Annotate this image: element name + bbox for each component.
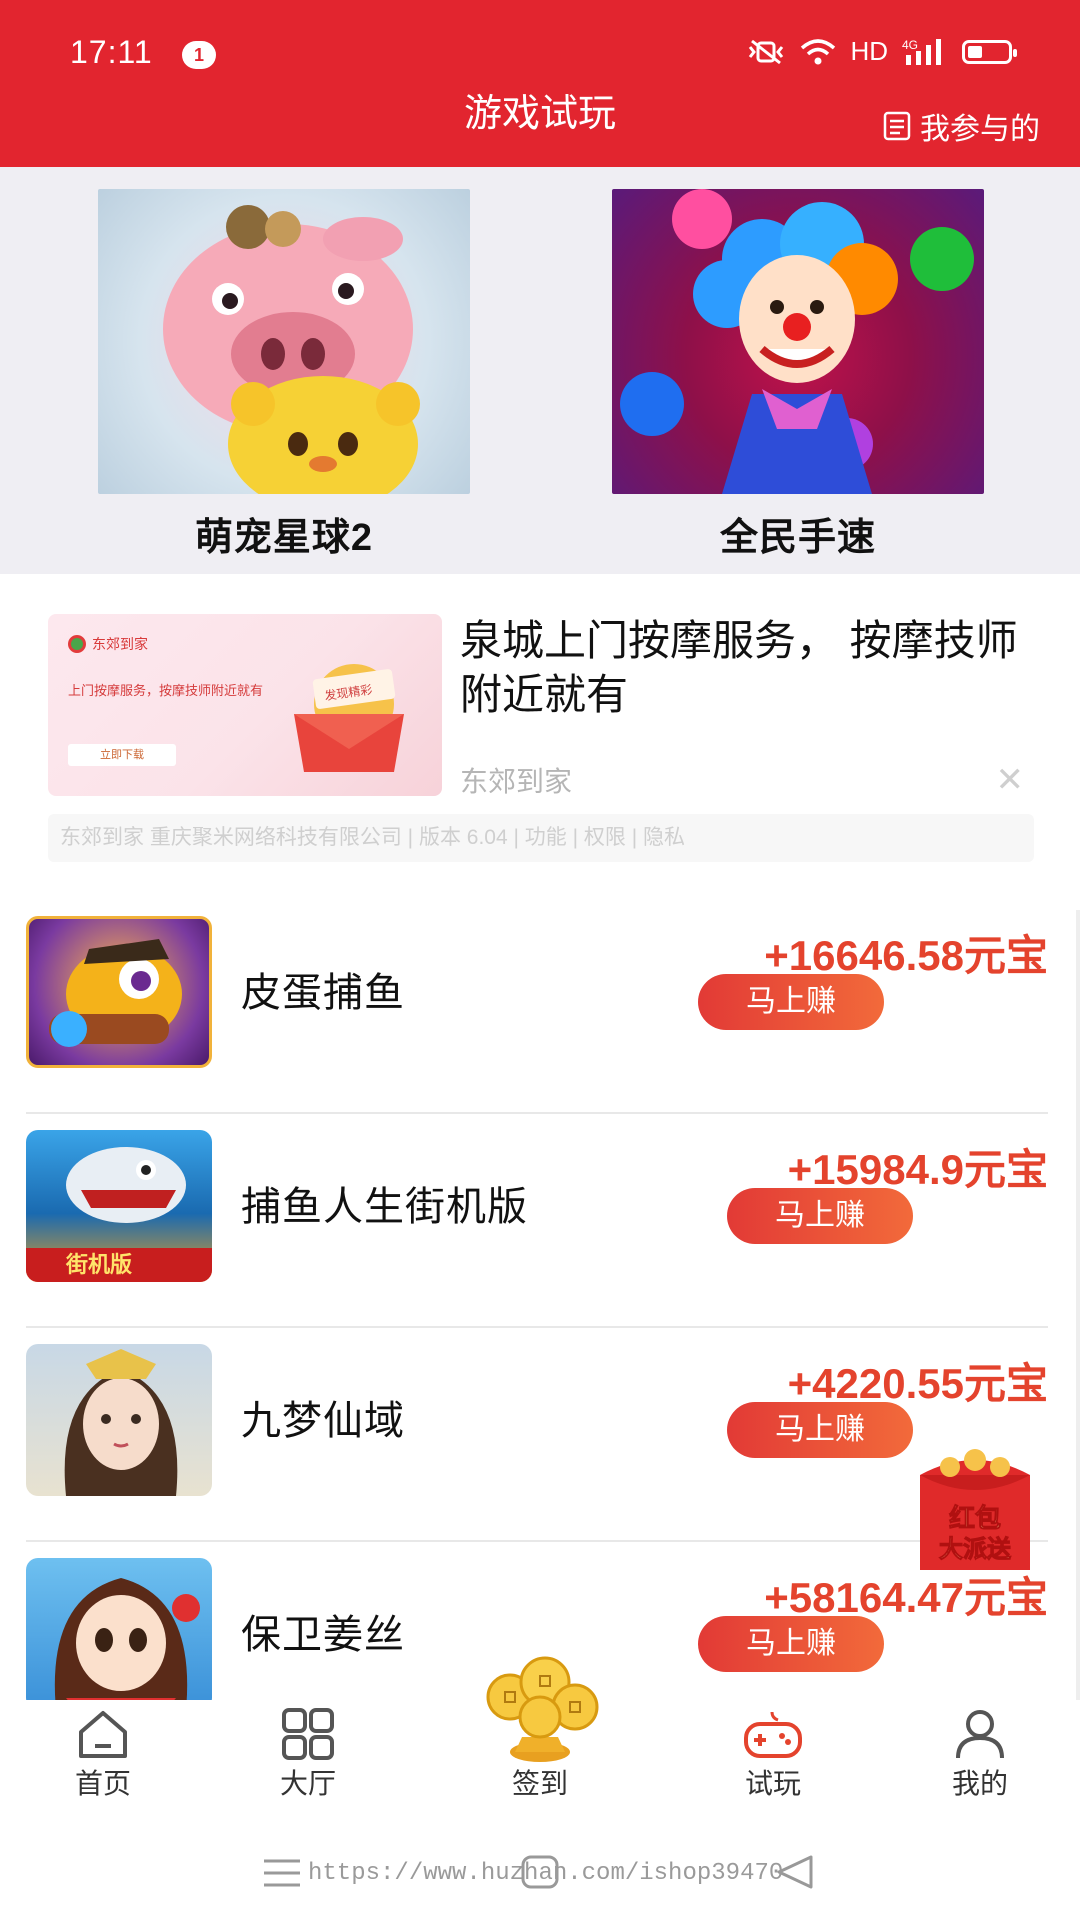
game-icon: 街机版: [26, 1130, 212, 1282]
ad-source: 东郊到家: [460, 766, 573, 797]
header: 17:11 1 HD 4G 游戏试玩 我参与的: [0, 0, 1080, 167]
game-icon: [26, 1344, 212, 1496]
my-joined-label: 我参与的: [920, 113, 1040, 146]
grid-icon: [282, 1708, 334, 1760]
close-icon[interactable]: ✕: [996, 760, 1025, 800]
coins-icon[interactable]: [470, 1652, 610, 1772]
game-icon: [26, 1558, 212, 1705]
wifi-icon: [801, 38, 836, 64]
game-name: 捕鱼人生街机版: [241, 1185, 528, 1229]
featured-game-name: 萌宠星球2: [194, 517, 374, 559]
game-list-item[interactable]: 九梦仙域 +4220.55元宝 马上赚: [26, 1328, 1048, 1542]
my-joined-button[interactable]: 我参与的: [882, 104, 1040, 148]
nav-label: 我的: [951, 1768, 1008, 1799]
red-packet-promo-icon[interactable]: 红包 大派送: [910, 1445, 1040, 1570]
game-list-item[interactable]: 皮蛋捕鱼 +16646.58元宝 马上赚: [26, 900, 1048, 1114]
svg-text:4G: 4G: [902, 38, 918, 52]
game-list-item[interactable]: 街机版 捕鱼人生街机版 +15984.9元宝 马上赚: [26, 1114, 1048, 1328]
list-doc-icon: [883, 111, 911, 141]
earn-now-button[interactable]: 马上赚: [698, 974, 884, 1030]
ad-title[interactable]: 泉城上门按摩服务， 按摩技师附近就有: [460, 614, 1040, 722]
hd-indicator: HD: [850, 36, 888, 66]
featured-game-card[interactable]: 萌宠星球2: [98, 189, 470, 561]
watermark-url: https://www.huzhan.com/ishop39470: [308, 1860, 784, 1887]
earn-now-button[interactable]: 马上赚: [727, 1188, 913, 1244]
earn-now-button[interactable]: 马上赚: [698, 1616, 884, 1672]
nav-label: 试玩: [744, 1768, 801, 1799]
status-icons: HD 4G: [746, 36, 1017, 67]
ad-brand-label: 东郊到家: [92, 636, 148, 652]
game-icon-text: 街机版: [65, 1252, 132, 1278]
brand-logo-icon: [68, 635, 86, 653]
nav-label: 首页: [74, 1768, 131, 1799]
ad-image: 东郊到家 上门按摩服务，按摩技师附近就有 立即下载 发现精彩: [48, 614, 442, 796]
scrollbar[interactable]: [1076, 910, 1080, 1700]
signal-icon: 4G: [902, 38, 941, 65]
vibrate-icon: [749, 39, 784, 64]
featured-games: 萌宠星球2 全民手速: [0, 167, 1080, 574]
nav-item-trial[interactable]: 试玩: [673, 1700, 873, 1815]
game-icon: [26, 916, 212, 1068]
game-name: 皮蛋捕鱼: [241, 971, 405, 1015]
gamepad-icon: [744, 1711, 802, 1758]
featured-game-image: [98, 189, 470, 494]
nav-item-lobby[interactable]: 大厅: [208, 1700, 408, 1815]
menu-icon[interactable]: [262, 1856, 302, 1890]
ad-banner[interactable]: 东郊到家 上门按摩服务，按摩技师附近就有 立即下载 发现精彩 泉城上门按摩服务，…: [0, 574, 1080, 874]
red-packet-line2: 大派送: [939, 1535, 1012, 1563]
earn-now-button[interactable]: 马上赚: [727, 1402, 913, 1458]
game-list: 皮蛋捕鱼 +16646.58元宝 马上赚 街机版 捕鱼人生街机版 +15984.…: [0, 900, 1080, 1705]
featured-game-image: [612, 189, 984, 494]
game-name: 保卫姜丝: [241, 1613, 405, 1657]
battery-icon: [962, 39, 1017, 64]
nav-item-mine[interactable]: 我的: [880, 1700, 1080, 1815]
game-trial-page: 17:11 1 HD 4G 游戏试玩 我参与的 萌宠星球2 全民手速 东郊到家 …: [0, 0, 1080, 1920]
game-name: 九梦仙域: [241, 1399, 405, 1443]
featured-game-name: 全民手速: [719, 517, 876, 559]
featured-game-card[interactable]: 全民手速: [612, 189, 984, 561]
nav-label: 大厅: [279, 1768, 336, 1799]
red-envelope-icon: 发现精彩: [294, 664, 404, 772]
red-packet-line1: 红包: [949, 1503, 1001, 1534]
home-icon: [79, 1711, 127, 1758]
ad-download-button[interactable]: 立即下载: [68, 744, 176, 766]
status-time: 17:11: [70, 34, 153, 70]
ad-app-info: 东郊到家 重庆聚米网络科技有限公司 | 版本 6.04 | 功能 | 权限 | …: [48, 814, 1034, 862]
status-bar: 17:11 1 HD 4G: [0, 0, 1080, 80]
user-icon: [956, 1710, 1004, 1759]
notification-badge: 1: [182, 41, 216, 69]
nav-item-home[interactable]: 首页: [3, 1700, 203, 1815]
ad-brand: 东郊到家: [68, 634, 148, 654]
ad-slogan: 上门按摩服务，按摩技师附近就有: [68, 683, 264, 698]
